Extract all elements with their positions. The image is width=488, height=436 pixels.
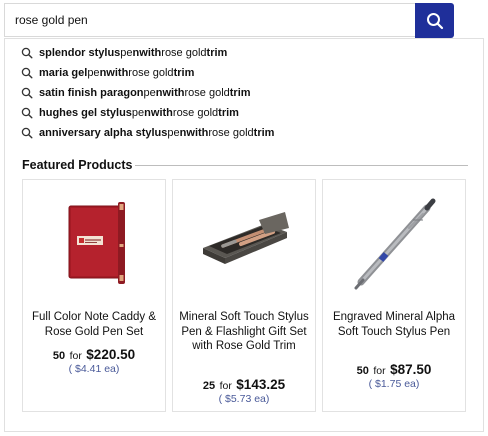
suggestion-bold-text: n [155, 87, 163, 99]
product-quantity: 25 [202, 380, 216, 392]
product-name: Full Color Note Caddy & Rose Gold Pen Se… [32, 311, 156, 338]
search-suggestions-dropdown: splendor stylus pe n with rose gold trim … [4, 38, 484, 432]
product-image-note-caddy [23, 180, 165, 300]
price-amount: $87.50 [390, 362, 432, 377]
product-price: 50 for $87.50 [323, 361, 465, 379]
product-card[interactable]: Full Color Note Caddy & Rose Gold Pen Se… [22, 179, 166, 412]
product-quantity: 50 [52, 350, 66, 362]
unit-price: ( $4.41 ea) [68, 363, 120, 375]
suggestion-text: rose gold [161, 47, 207, 59]
suggestion-bold-text: n [144, 107, 151, 119]
suggestion-bold-text: with [186, 127, 209, 139]
suggestion-item[interactable]: satin finish paragon pe n with rose gold … [21, 84, 251, 102]
price-for-label: for [373, 365, 386, 377]
suggestion-text: pe [143, 87, 156, 99]
suggestion-bold-text: maria gel [39, 67, 88, 79]
suggestion-text: pe [167, 127, 180, 139]
product-name: Mineral Soft Touch Stylus Pen & Flashlig… [179, 311, 309, 352]
suggestion-text: pe [87, 67, 100, 79]
product-card[interactable]: Mineral Soft Touch Stylus Pen & Flashlig… [172, 179, 316, 412]
price-amount: $143.25 [236, 377, 286, 392]
suggestion-item[interactable]: hughes gel stylus pe n with rose gold tri… [21, 104, 239, 122]
suggestion-text: pe [131, 107, 145, 119]
suggestion-bold-text: with [139, 47, 162, 59]
product-image-stylus-pen [323, 180, 465, 300]
suggestion-text: rose gold [184, 87, 230, 99]
product-price: 25 for $143.25 [173, 376, 315, 394]
suggestion-bold-text: with [106, 67, 129, 79]
suggestion-bold-text: with [162, 87, 185, 99]
product-price: 50 for $220.50 [23, 346, 165, 364]
search-icon [21, 87, 33, 99]
divider [135, 165, 468, 166]
suggestion-bold-text: trim [229, 87, 251, 99]
suggestion-text: pe [120, 47, 133, 59]
suggestion-bold-text: with [150, 107, 173, 119]
search-icon [426, 12, 443, 29]
search-icon [21, 127, 33, 139]
suggestion-item[interactable]: anniversary alpha stylus pe n with rose g… [21, 124, 274, 142]
price-for-label: for [219, 380, 232, 392]
suggestion-bold-text: trim [206, 47, 228, 59]
suggestion-text: rose gold [128, 67, 174, 79]
suggestion-text: rose gold [208, 127, 254, 139]
suggestion-bold-text: anniversary alpha stylus [39, 127, 168, 139]
featured-products-heading: Featured Products [22, 158, 133, 172]
suggestion-bold-text: hughes gel stylus [39, 107, 132, 119]
product-quantity: 50 [356, 365, 369, 377]
suggestion-bold-text: trim [253, 127, 275, 139]
product-image-gift-set [173, 180, 315, 300]
suggestion-item[interactable]: splendor stylus pe n with rose gold trim [21, 44, 227, 62]
suggestion-bold-text: trim [173, 67, 195, 79]
product-card[interactable]: Engraved Mineral Alpha Soft Touch Stylus… [322, 179, 466, 412]
suggestion-bold-text: splendor stylus [39, 47, 121, 59]
unit-price: ( $1.75 ea) [368, 378, 420, 390]
search-button[interactable] [415, 3, 454, 38]
suggestion-bold-text: trim [218, 107, 239, 119]
search-icon [21, 107, 33, 119]
search-bar [0, 0, 454, 38]
unit-price: ( $5.73 ea) [218, 393, 270, 405]
suggestion-item[interactable]: maria gel pe n with rose gold trim [21, 64, 194, 82]
search-icon [21, 47, 33, 59]
search-icon [21, 67, 33, 79]
suggestion-bold-text: satin finish paragon [39, 87, 144, 99]
search-input[interactable] [4, 3, 416, 37]
suggestion-text: rose gold [172, 107, 219, 119]
product-name: Engraved Mineral Alpha Soft Touch Stylus… [332, 311, 456, 338]
price-for-label: for [69, 350, 82, 362]
price-amount: $220.50 [86, 347, 136, 362]
